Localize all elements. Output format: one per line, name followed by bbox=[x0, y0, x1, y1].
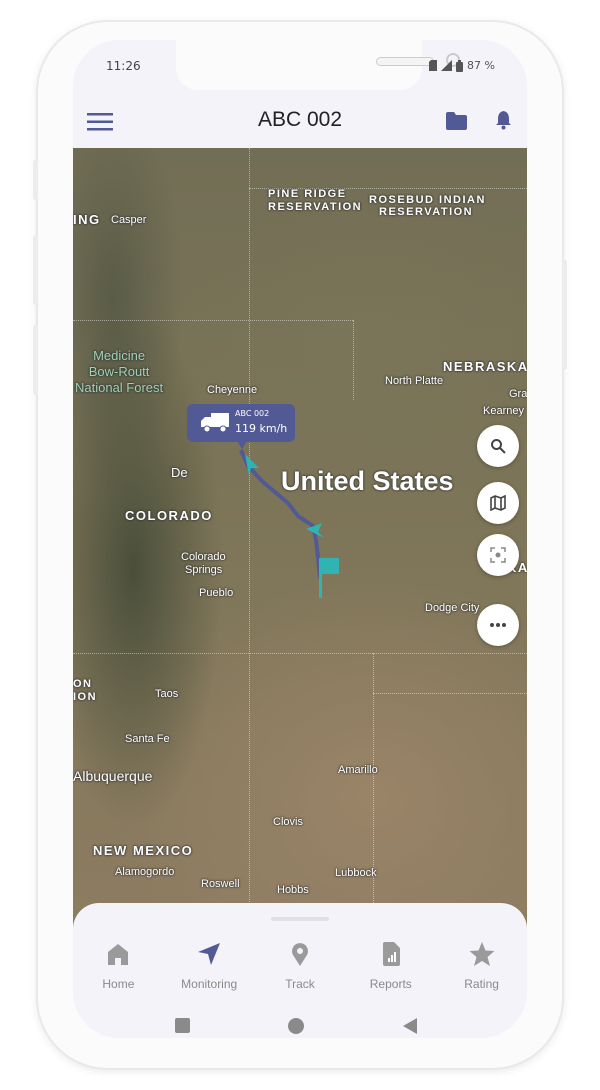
recents-icon[interactable] bbox=[175, 1018, 190, 1033]
more-options-button[interactable] bbox=[477, 604, 519, 646]
phone-power-button bbox=[562, 260, 567, 370]
bottom-nav: Home Monitoring Track Reports Rating bbox=[73, 941, 527, 991]
status-icons: 87 % bbox=[429, 59, 495, 72]
truck-icon bbox=[201, 413, 229, 433]
navigation-icon bbox=[198, 943, 221, 965]
home-system-icon[interactable] bbox=[288, 1018, 304, 1034]
map-layers-button[interactable] bbox=[477, 482, 519, 524]
app-header: ABC 002 bbox=[73, 100, 527, 148]
phone-side-button bbox=[33, 160, 38, 200]
phone-side-button bbox=[33, 235, 38, 305]
map-view[interactable]: ING Casper PINE RIDGE RESERVATION ROSEBU… bbox=[73, 148, 527, 938]
star-icon bbox=[469, 942, 495, 966]
vehicle-info-bubble[interactable]: ABC 002 119 km/h bbox=[187, 404, 295, 449]
bubble-pointer bbox=[237, 441, 247, 449]
status-time: 11:26 bbox=[106, 59, 141, 73]
bottom-sheet: Home Monitoring Track Reports Rating bbox=[73, 903, 527, 1038]
nav-label: Rating bbox=[464, 977, 499, 991]
nav-reports[interactable]: Reports bbox=[345, 941, 436, 991]
nav-monitoring[interactable]: Monitoring bbox=[164, 941, 255, 991]
start-flag-pole bbox=[319, 558, 322, 598]
battery-icon bbox=[456, 59, 464, 72]
map-icon bbox=[490, 495, 506, 511]
folder-icon[interactable] bbox=[446, 112, 467, 130]
phone-side-button bbox=[33, 325, 38, 395]
nav-label: Monitoring bbox=[181, 977, 238, 991]
vehicle-name: ABC 002 bbox=[235, 409, 270, 418]
search-button[interactable] bbox=[477, 425, 519, 467]
report-icon bbox=[382, 942, 400, 966]
more-icon bbox=[490, 623, 506, 627]
screen: 11:26 87 % ABC 002 ING Casper PINE RIDGE… bbox=[73, 40, 527, 1038]
route-layer bbox=[239, 449, 339, 598]
back-icon[interactable] bbox=[403, 1018, 417, 1034]
nav-home[interactable]: Home bbox=[73, 941, 164, 991]
notch bbox=[176, 40, 460, 90]
speaker bbox=[376, 57, 434, 66]
focus-button[interactable] bbox=[477, 534, 519, 576]
nav-rating[interactable]: Rating bbox=[436, 941, 527, 991]
focus-icon bbox=[490, 547, 506, 563]
sheet-drag-handle[interactable] bbox=[271, 917, 329, 921]
nav-track[interactable]: Track bbox=[255, 941, 346, 991]
nav-label: Home bbox=[102, 977, 135, 991]
signal-icon bbox=[441, 60, 453, 71]
nav-label: Track bbox=[285, 977, 315, 991]
vehicle-speed: 119 km/h bbox=[235, 422, 288, 435]
sim-icon bbox=[429, 60, 438, 71]
search-icon bbox=[491, 439, 506, 454]
battery-level: 87 % bbox=[467, 59, 495, 72]
location-pin-icon bbox=[291, 943, 308, 966]
bell-icon[interactable] bbox=[495, 110, 512, 130]
nav-label: Reports bbox=[369, 977, 412, 991]
route-line bbox=[239, 449, 322, 579]
home-icon bbox=[108, 944, 129, 965]
